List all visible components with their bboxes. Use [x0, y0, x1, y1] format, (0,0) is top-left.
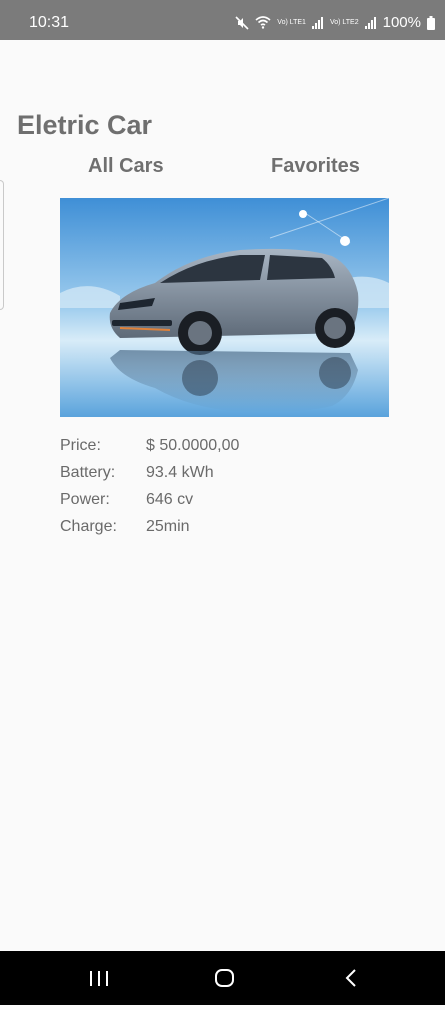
tab-all-cars[interactable]: All Cars	[88, 155, 164, 178]
back-button[interactable]	[321, 951, 381, 1005]
spec-row-price: Price: $ 50.0000,00	[60, 437, 310, 464]
car-image	[60, 198, 389, 417]
spec-label: Power:	[60, 491, 110, 508]
status-time: 10:31	[29, 14, 70, 31]
battery-icon	[427, 15, 435, 30]
spec-row-charge: Charge: 25min	[60, 518, 310, 545]
network-1-label: Vo) LTE1	[277, 19, 306, 26]
spec-label: Battery:	[60, 464, 116, 481]
network-2-label: Vo) LTE2	[329, 19, 359, 26]
spec-value: $ 50.0000,00	[146, 437, 240, 454]
spec-value: 93.4 kWh	[146, 464, 214, 481]
spec-row-battery: Battery: 93.4 kWh	[60, 464, 310, 491]
spec-value: 646 cv	[146, 491, 194, 508]
car-specs: Price: $ 50.0000,00 Battery: 93.4 kWh Po…	[60, 437, 310, 545]
status-icons: Vo) LTE1 Vo) LTE2 100%	[235, 14, 435, 31]
page-title: Eletric Car	[17, 110, 153, 140]
recents-button[interactable]	[69, 951, 129, 1005]
drawer-handle[interactable]	[0, 180, 4, 310]
signal-icon	[311, 16, 324, 29]
status-bar: 10:31 Vo) LTE1 Vo) LTE2 100%	[0, 0, 445, 40]
back-icon	[345, 969, 356, 987]
battery-percent: 100%	[382, 14, 421, 31]
home-button[interactable]	[195, 951, 255, 1005]
wifi-icon	[255, 16, 271, 29]
tab-favorites[interactable]: Favorites	[271, 155, 360, 178]
signal-icon-2	[364, 16, 377, 29]
system-nav-bar	[0, 951, 445, 1005]
home-icon	[215, 969, 234, 987]
spec-label: Charge:	[60, 518, 117, 535]
spec-row-power: Power: 646 cv	[60, 491, 310, 518]
spec-value: 25min	[146, 518, 190, 535]
mute-icon	[235, 15, 249, 30]
recents-icon	[90, 971, 108, 986]
spec-label: Price:	[60, 437, 101, 454]
